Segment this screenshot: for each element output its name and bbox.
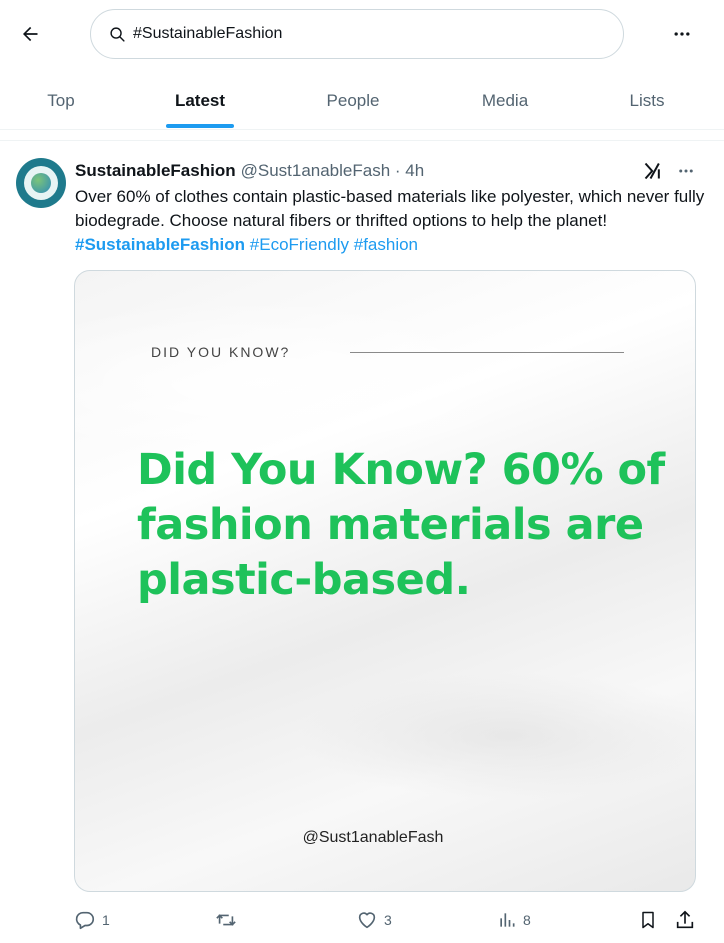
tab-latest[interactable]: Latest <box>122 72 278 130</box>
hashtag-link[interactable]: #EcoFriendly <box>250 235 349 254</box>
image-kicker: DID YOU KNOW? <box>151 344 291 360</box>
post-text: Over 60% of clothes contain plastic-base… <box>75 185 705 257</box>
back-button[interactable] <box>14 18 46 50</box>
divider <box>0 140 724 141</box>
bookmark-icon <box>642 911 654 929</box>
views-button[interactable]: 8 <box>497 905 531 935</box>
more-icon <box>679 169 693 173</box>
grok-icon <box>644 162 660 180</box>
avatar-logo <box>24 166 58 200</box>
post-actions: 1 3 8 <box>0 905 724 935</box>
tab-lists[interactable]: Lists <box>582 72 712 130</box>
like-count: 3 <box>384 912 392 928</box>
globe-icon <box>31 173 51 193</box>
reply-icon <box>75 911 95 930</box>
post-more-button[interactable] <box>672 158 700 184</box>
handle-time[interactable]: @Sust1anableFash · 4h <box>241 161 425 181</box>
display-name[interactable]: SustainableFashion <box>75 161 236 181</box>
reply-button[interactable]: 1 <box>74 905 110 935</box>
more-options-button[interactable] <box>666 18 698 50</box>
bookmark-button[interactable] <box>638 905 658 935</box>
views-icon <box>500 913 515 927</box>
back-arrow-icon <box>23 26 38 42</box>
share-button[interactable] <box>674 905 696 935</box>
search-tabs: Top Latest People Media Lists <box>0 72 724 130</box>
repost-icon <box>216 914 236 926</box>
search-box[interactable] <box>90 9 624 59</box>
search-input[interactable] <box>133 25 603 43</box>
views-count: 8 <box>523 912 531 928</box>
image-rule <box>350 352 624 353</box>
hashtag-link[interactable]: #fashion <box>354 235 418 254</box>
post-image[interactable]: DID YOU KNOW? Did You Know? 60% of fashi… <box>74 270 696 892</box>
hashtag-link[interactable]: #SustainableFashion <box>75 235 245 254</box>
more-icon <box>674 32 690 36</box>
share-icon <box>676 910 694 929</box>
post-body: Over 60% of clothes contain plastic-base… <box>75 187 705 230</box>
like-button[interactable]: 3 <box>356 905 392 935</box>
like-icon <box>358 912 376 929</box>
active-tab-indicator <box>166 124 234 128</box>
tab-people[interactable]: People <box>278 72 428 130</box>
image-credit: @Sust1anableFash <box>302 829 444 846</box>
grok-button[interactable] <box>640 158 666 184</box>
tab-top[interactable]: Top <box>0 72 122 130</box>
avatar[interactable] <box>16 158 66 208</box>
tab-media[interactable]: Media <box>428 72 582 130</box>
search-header: Top Latest People Media Lists <box>0 0 724 130</box>
repost-button[interactable] <box>214 905 244 935</box>
reply-count: 1 <box>102 912 110 928</box>
post-meta: SustainableFashion @Sust1anableFash · 4h <box>75 160 424 182</box>
image-headline: Did You Know? 60% of fashion materials a… <box>137 445 665 605</box>
search-icon <box>107 24 127 44</box>
